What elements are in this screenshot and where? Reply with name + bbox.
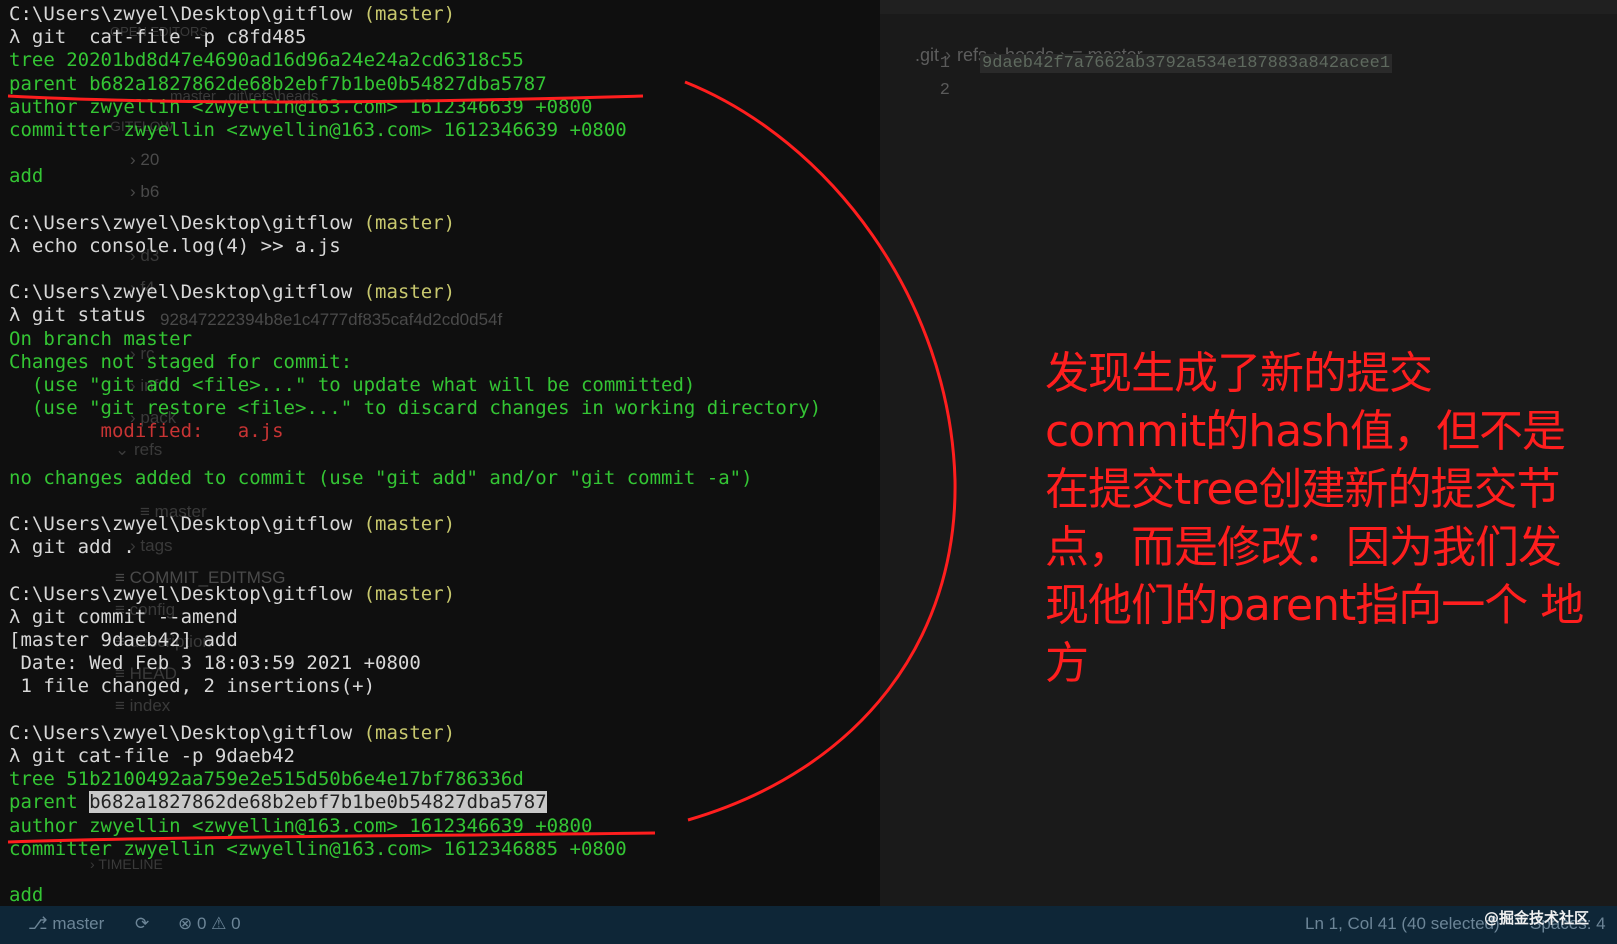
terminal-line: author zwyellin <zwyellin@163.com> 16123…	[9, 96, 909, 119]
terminal-line: λ git cat-file -p 9daeb42	[9, 745, 909, 768]
terminal-segment: committer zwyellin <zwyellin@163.com> 16…	[9, 837, 627, 860]
terminal-line: C:\Users\zwyel\Desktop\gitflow (master)	[9, 212, 909, 235]
terminal-segment: parent b682a1827862de68b2ebf7b1be0b54827…	[9, 72, 547, 95]
terminal-segment: (master)	[352, 211, 456, 234]
terminal-segment: (master)	[352, 513, 456, 536]
terminal-segment: no changes added to commit (use "git add…	[9, 466, 753, 489]
terminal-segment: λ git commit --amend	[9, 605, 238, 628]
terminal-line: add	[9, 884, 909, 907]
terminal-line: C:\Users\zwyel\Desktop\gitflow (master)	[9, 513, 909, 536]
watermark: @掘金技术社区	[1484, 909, 1590, 927]
terminal-line: λ git add .	[9, 536, 909, 559]
terminal-line: (use "git restore <file>..." to discard …	[9, 397, 909, 420]
warning-count: 0	[231, 914, 241, 933]
terminal-line: committer zwyellin <zwyellin@163.com> 16…	[9, 838, 909, 861]
status-bar: ⎇ master ⟳ ⊗ 0 ⚠ 0 Ln 1, Col 41 (40 sele…	[0, 906, 1617, 944]
terminal-line: tree 20201bd8d47e4690ad16d96a24e24a2cd63…	[9, 49, 909, 72]
cursor-position[interactable]: Ln 1, Col 41 (40 selected)	[1305, 914, 1500, 934]
problems-status[interactable]: ⊗ 0 ⚠ 0	[178, 914, 241, 934]
branch-status[interactable]: ⎇ master	[28, 914, 104, 934]
terminal-line: no changes added to commit (use "git add…	[9, 467, 909, 490]
terminal-segment: C:\Users\zwyel\Desktop\gitflow	[9, 721, 353, 744]
warning-icon: ⚠	[206, 914, 232, 933]
terminal-line: 1 file changed, 2 insertions(+)	[9, 675, 909, 698]
terminal-line: modified: a.js	[9, 420, 909, 443]
terminal-segment: author zwyellin <zwyellin@163.com> 16123…	[9, 814, 593, 837]
terminal-segment: parent	[9, 791, 90, 814]
sync-icon[interactable]: ⟳	[135, 914, 149, 934]
terminal-segment: C:\Users\zwyel\Desktop\gitflow	[9, 513, 353, 536]
terminal-segment: λ git cat-file -p c8fd485	[9, 26, 307, 49]
terminal-segment: author zwyellin <zwyellin@163.com> 16123…	[9, 95, 593, 118]
line-number: 1	[939, 54, 950, 73]
terminal-segment: (master)	[352, 721, 456, 744]
terminal-segment: tree 51b2100492aa759e2e515d50b6e4e17bf78…	[9, 768, 524, 791]
terminal-segment: 1 file changed, 2 insertions(+)	[9, 675, 376, 698]
terminal-line: C:\Users\zwyel\Desktop\gitflow (master)	[9, 3, 909, 26]
terminal-segment: (use "git add <file>..." to update what …	[9, 374, 696, 396]
terminal-segment: tree 20201bd8d47e4690ad16d96a24e24a2cd63…	[9, 49, 524, 72]
terminal-line: λ git commit --amend	[9, 606, 909, 629]
terminal-line: C:\Users\zwyel\Desktop\gitflow (master)	[9, 281, 909, 304]
terminal-segment: add	[9, 884, 44, 907]
terminal-segment: λ echo console.log(4) >> a.js	[9, 234, 341, 257]
terminal-line: parent b682a1827862de68b2ebf7b1be0b54827…	[9, 791, 909, 814]
editor-tab-strip	[880, 0, 1617, 14]
terminal-segment: C:\Users\zwyel\Desktop\gitflow	[9, 281, 353, 304]
terminal-segment: modified: a.js	[9, 420, 284, 443]
terminal-line: On branch master	[9, 328, 909, 351]
terminal-segment: λ git add .	[9, 536, 135, 559]
terminal-output[interactable]: C:\Users\zwyel\Desktop\gitflow (master) λ…	[9, 3, 909, 907]
branch-name: master	[52, 914, 105, 933]
terminal-segment: C:\Users\zwyel\Desktop\gitflow	[9, 211, 353, 234]
terminal-segment: committer zwyellin <zwyellin@163.com> 16…	[9, 118, 627, 141]
terminal-segment: Date: Wed Feb 3 18:03:59 2021 +0800	[9, 652, 421, 675]
terminal-segment: (use "git restore <file>..." to discard …	[9, 397, 822, 420]
terminal-segment: Changes not staged for commit:	[9, 350, 353, 373]
error-icon: ⊗	[178, 914, 197, 933]
terminal-line: Changes not staged for commit:	[9, 351, 909, 374]
terminal-line: λ git status	[9, 304, 909, 327]
terminal-segment: On branch master	[9, 327, 193, 350]
terminal-segment: C:\Users\zwyel\Desktop\gitflow	[9, 3, 353, 25]
terminal-line: parent b682a1827862de68b2ebf7b1be0b54827…	[9, 73, 909, 96]
terminal-line: add	[9, 165, 909, 188]
terminal-line: Date: Wed Feb 3 18:03:59 2021 +0800	[9, 652, 909, 675]
terminal-line: tree 51b2100492aa759e2e515d50b6e4e17bf78…	[9, 768, 909, 791]
terminal-segment: λ git status	[9, 304, 147, 327]
terminal-line: committer zwyellin <zwyellin@163.com> 16…	[9, 119, 909, 142]
git-branch-icon: ⎇	[28, 914, 53, 933]
terminal-segment: (master)	[352, 3, 456, 25]
terminal-segment: (master)	[352, 582, 456, 605]
terminal-line: C:\Users\zwyel\Desktop\gitflow (master)	[9, 583, 909, 606]
terminal-line: C:\Users\zwyel\Desktop\gitflow (master)	[9, 722, 909, 745]
terminal-line: [master 9daeb42] add	[9, 629, 909, 652]
terminal-line: λ echo console.log(4) >> a.js	[9, 235, 909, 258]
terminal-segment: [master 9daeb42] add	[9, 629, 238, 652]
line-number: 2	[939, 81, 950, 100]
annotation-text: 发现生成了新的提交commit的hash值，但不是在提交tree创建新的提交节点…	[1045, 348, 1584, 689]
terminal-segment: C:\Users\zwyel\Desktop\gitflow	[9, 582, 353, 605]
selected-hash: b682a1827862de68b2ebf7b1be0b54827dba5787	[89, 791, 547, 814]
terminal-segment: λ git cat-file -p 9daeb42	[9, 745, 295, 767]
terminal-line: λ git cat-file -p c8fd485	[9, 26, 909, 49]
terminal-line: (use "git add <file>..." to update what …	[9, 374, 909, 397]
terminal-segment: (master)	[352, 281, 456, 304]
terminal-segment: add	[9, 165, 44, 188]
editor-line-1[interactable]: 9daeb42f7a7662ab3792a534e187883a842acee1	[980, 54, 1393, 73]
terminal-line: author zwyellin <zwyellin@163.com> 16123…	[9, 815, 909, 838]
